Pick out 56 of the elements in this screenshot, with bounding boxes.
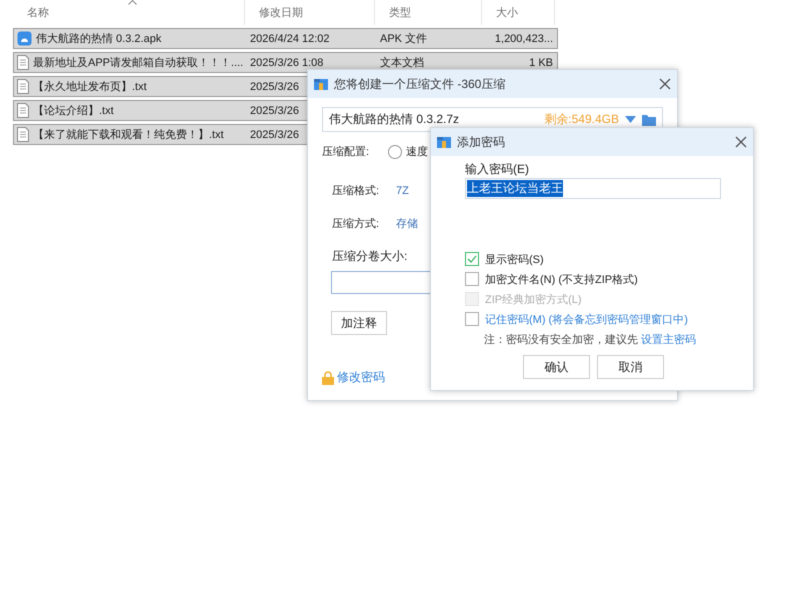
archive-icon bbox=[437, 135, 451, 149]
password-field[interactable]: 上老王论坛当老王 bbox=[465, 178, 721, 199]
file-type: APK 文件 bbox=[380, 32, 428, 46]
column-header[interactable]: 修改日期 bbox=[245, 0, 375, 25]
text-file-icon bbox=[17, 103, 29, 118]
file-name: 【来了就能下载和观看！纯免费！】.txt bbox=[33, 128, 224, 142]
change-password-link[interactable]: 修改密码 bbox=[337, 369, 385, 386]
text-file-icon bbox=[17, 55, 29, 70]
column-header[interactable]: 名称 bbox=[13, 0, 245, 25]
archive-icon bbox=[314, 77, 328, 91]
modified-date: 2025/3/26 bbox=[250, 128, 299, 140]
checkbox-label: ZIP经典加密方式(L) bbox=[485, 292, 582, 306]
text-file-icon bbox=[17, 79, 29, 94]
window-title: 您将创建一个压缩文件 -360压缩 bbox=[334, 76, 506, 92]
checkbox-label: 加密文件名(N) (不支持ZIP格式) bbox=[485, 272, 638, 286]
config-label: 压缩配置: bbox=[322, 144, 370, 159]
modified-date: 2025/3/26 1:08 bbox=[250, 56, 324, 68]
setting-label: 压缩格式: bbox=[332, 184, 380, 198]
checkbox[interactable] bbox=[465, 272, 479, 286]
file-name: 【永久地址发布页】.txt bbox=[33, 80, 147, 94]
file-size: 1,200,423... bbox=[494, 32, 553, 44]
modified-date: 2026/4/24 12:02 bbox=[250, 32, 330, 44]
checkbox[interactable] bbox=[465, 252, 479, 266]
modified-date: 2025/3/26 bbox=[250, 104, 299, 116]
file-row[interactable]: 最新地址及APP请发邮箱自动获取！！！.... 2025/3/26 1:08 文本文档 1 KB bbox=[13, 52, 558, 73]
sort-caret-icon bbox=[128, 0, 137, 5]
radio-label: 速度 bbox=[406, 144, 428, 159]
app-icon bbox=[17, 31, 32, 46]
close-icon[interactable] bbox=[659, 78, 671, 90]
file-size: 1 KB bbox=[529, 56, 553, 68]
close-icon[interactable] bbox=[735, 136, 747, 148]
master-password-link[interactable]: 设置主密码 bbox=[641, 334, 696, 346]
column-header[interactable]: 大小 bbox=[482, 0, 555, 25]
caret-icon[interactable] bbox=[625, 116, 636, 123]
file-row[interactable]: 伟大航路的热情 0.3.2.apk 2026/4/24 12:02 APK 文件 1,200,423... bbox=[13, 28, 558, 49]
file-name: 【论坛介绍】.txt bbox=[33, 104, 114, 118]
lock-icon bbox=[322, 370, 334, 384]
column-header[interactable]: 类型 bbox=[375, 0, 482, 25]
password-label: 输入密码(E) bbox=[465, 161, 530, 178]
volume-size-label: 压缩分卷大小: bbox=[332, 248, 408, 265]
file-type: 文本文档 bbox=[380, 56, 424, 70]
file-name: 伟大航路的热情 0.3.2.apk bbox=[36, 32, 162, 46]
comment-button[interactable]: 加注释 bbox=[331, 311, 387, 335]
checkbox[interactable] bbox=[465, 312, 479, 326]
radio-button[interactable] bbox=[388, 144, 402, 158]
checkbox-label: 显示密码(S) bbox=[485, 252, 544, 266]
security-note: 注：密码没有安全加密，建议先 设置主密码 bbox=[484, 332, 698, 347]
text-file-icon bbox=[17, 127, 29, 142]
modified-date: 2025/3/26 bbox=[250, 80, 299, 92]
dialog-button[interactable]: 确认 bbox=[523, 355, 590, 379]
setting-value[interactable]: 7Z bbox=[396, 184, 409, 196]
setting-value[interactable]: 存储 bbox=[396, 216, 418, 231]
checkbox-label: 记住密码(M) (将会备忘到密码管理窗口中) bbox=[485, 312, 688, 326]
dialog-button[interactable]: 取消 bbox=[597, 355, 664, 379]
setting-label: 压缩方式: bbox=[332, 216, 380, 231]
file-name: 最新地址及APP请发邮箱自动获取！！！.... bbox=[33, 56, 244, 70]
